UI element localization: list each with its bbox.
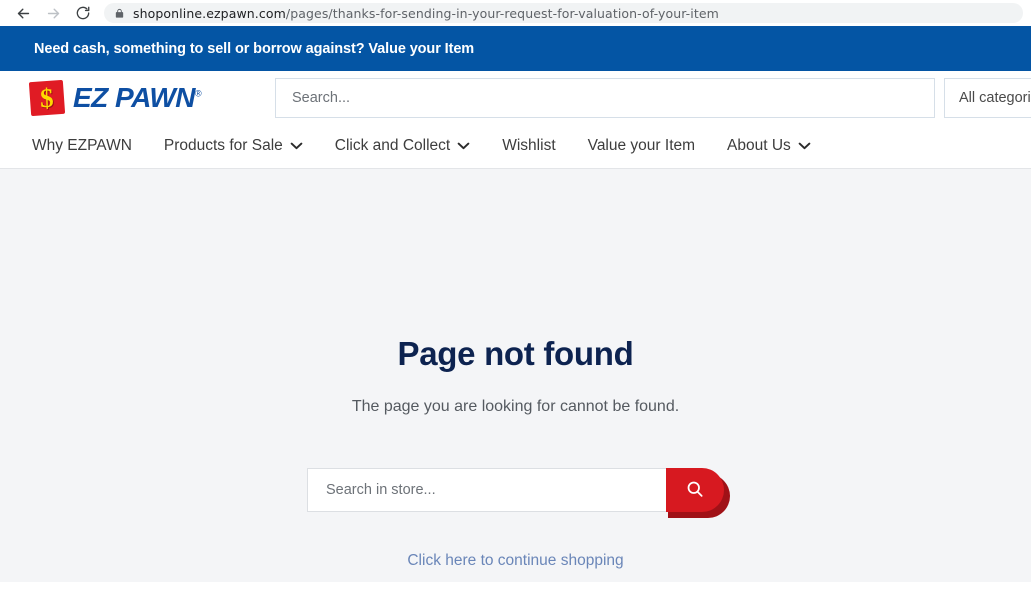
nav-item-products-for-sale[interactable]: Products for Sale <box>164 137 303 155</box>
header-search-input[interactable] <box>275 77 935 118</box>
logo-wordmark: EZ PAWN® <box>73 81 202 113</box>
nav-item-click-and-collect[interactable]: Click and Collect <box>335 137 470 155</box>
nav-label: Products for Sale <box>163 137 283 154</box>
nav-item-about-us[interactable]: About Us <box>727 137 811 155</box>
chevron-down-icon <box>290 142 303 150</box>
url-text: shoponline.ezpawn.com/pages/thanks-for-s… <box>133 6 719 21</box>
header-search-group: All categories <box>275 77 1031 118</box>
announcement-text: Need cash, something to sell or borrow a… <box>34 40 475 57</box>
arrow-right-icon <box>45 5 62 22</box>
nav-item-value-your-item[interactable]: Value your Item <box>588 137 695 155</box>
site-header: $ EZ PAWN® All categories <box>0 71 1031 124</box>
chevron-down-icon <box>457 142 470 150</box>
dollar-symbol: $ <box>39 81 55 113</box>
address-bar[interactable]: shoponline.ezpawn.com/pages/thanks-for-s… <box>104 3 1023 23</box>
reload-button[interactable] <box>68 2 98 24</box>
registered-mark: ® <box>194 88 202 99</box>
category-select[interactable]: All categories <box>944 77 1031 118</box>
url-host: shoponline.ezpawn.com <box>133 5 286 21</box>
forward-button[interactable] <box>38 2 68 24</box>
search-icon <box>685 479 705 502</box>
reload-icon <box>75 5 91 21</box>
back-button[interactable] <box>8 2 38 24</box>
nav-label: Why EZPAWN <box>32 137 132 154</box>
chevron-down-icon <box>798 142 811 150</box>
nav-item-wishlist[interactable]: Wishlist <box>502 137 555 155</box>
lock-icon <box>114 7 125 20</box>
store-search-group <box>307 468 730 518</box>
category-select-label: All categories <box>959 89 1031 106</box>
main-navigation: Why EZPAWN Products for Sale Click and C… <box>0 124 1031 169</box>
page-subtitle: The page you are looking for cannot be f… <box>351 398 680 415</box>
store-search-button[interactable] <box>666 468 724 512</box>
browser-toolbar: shoponline.ezpawn.com/pages/thanks-for-s… <box>0 0 1031 26</box>
page-content: Page not found The page you are looking … <box>0 169 1031 582</box>
continue-shopping-link[interactable]: Click here to continue shopping <box>407 552 623 570</box>
dollar-badge-icon: $ <box>28 79 66 116</box>
announcement-banner[interactable]: Need cash, something to sell or borrow a… <box>0 26 1031 71</box>
nav-label: Click and Collect <box>334 137 451 154</box>
logo-wordmark-text: EZ PAWN <box>73 81 195 113</box>
url-path: /pages/thanks-for-sending-in-your-reques… <box>285 5 719 21</box>
nav-label: Wishlist <box>502 137 556 154</box>
site-logo[interactable]: $ EZ PAWN® <box>28 79 240 116</box>
nav-item-why-ezpawn[interactable]: Why EZPAWN <box>32 137 132 155</box>
store-search-input[interactable] <box>307 468 668 512</box>
nav-label: Value your Item <box>587 137 696 154</box>
arrow-left-icon <box>15 5 32 22</box>
nav-label: About Us <box>727 137 791 154</box>
page-title: Page not found <box>397 335 634 372</box>
